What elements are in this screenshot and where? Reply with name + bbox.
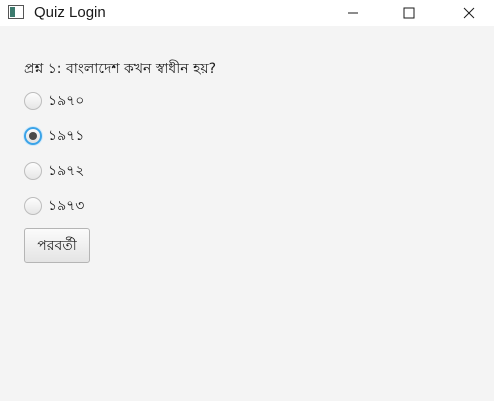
- option-1972-radio[interactable]: ১৯৭২: [24, 161, 84, 181]
- option-label[interactable]: ১৯৭১: [48, 124, 84, 148]
- maximize-button[interactable]: [386, 0, 432, 26]
- radio-button-selected[interactable]: [24, 127, 42, 145]
- option-label[interactable]: ১৯৭০: [48, 89, 84, 113]
- quiz-window: Quiz Login প্রশ্ন ১: বাংলাদেশ কখন স্বাধী…: [0, 0, 494, 401]
- question-label: প্রশ্ন ১: বাংলাদেশ কখন স্বাধীন হয়?: [24, 61, 217, 77]
- minimize-icon: [348, 12, 358, 14]
- radio-button-unselected[interactable]: [24, 197, 42, 215]
- radio-dot: [29, 132, 37, 140]
- maximize-icon: [403, 7, 415, 19]
- option-1973-radio[interactable]: ১৯৭৩: [24, 196, 84, 216]
- option-1971-radio[interactable]: ১৯৭১: [24, 126, 84, 146]
- window-title: Quiz Login: [34, 4, 106, 21]
- minimize-button[interactable]: [330, 0, 376, 26]
- java-window-icon: [8, 5, 24, 19]
- title-bar[interactable]: Quiz Login: [0, 0, 494, 26]
- radio-button-unselected[interactable]: [24, 92, 42, 110]
- quiz-panel: প্রশ্ন ১: বাংলাদেশ কখন স্বাধীন হয়? ১৯৭০…: [0, 26, 494, 401]
- close-icon: [463, 7, 475, 19]
- option-label[interactable]: ১৯৭২: [48, 159, 84, 183]
- close-button[interactable]: [446, 0, 492, 26]
- radio-button-unselected[interactable]: [24, 162, 42, 180]
- option-1970-radio[interactable]: ১৯৭০: [24, 91, 84, 111]
- option-label[interactable]: ১৯৭৩: [48, 194, 84, 218]
- next-button[interactable]: পরবর্তী: [24, 228, 90, 263]
